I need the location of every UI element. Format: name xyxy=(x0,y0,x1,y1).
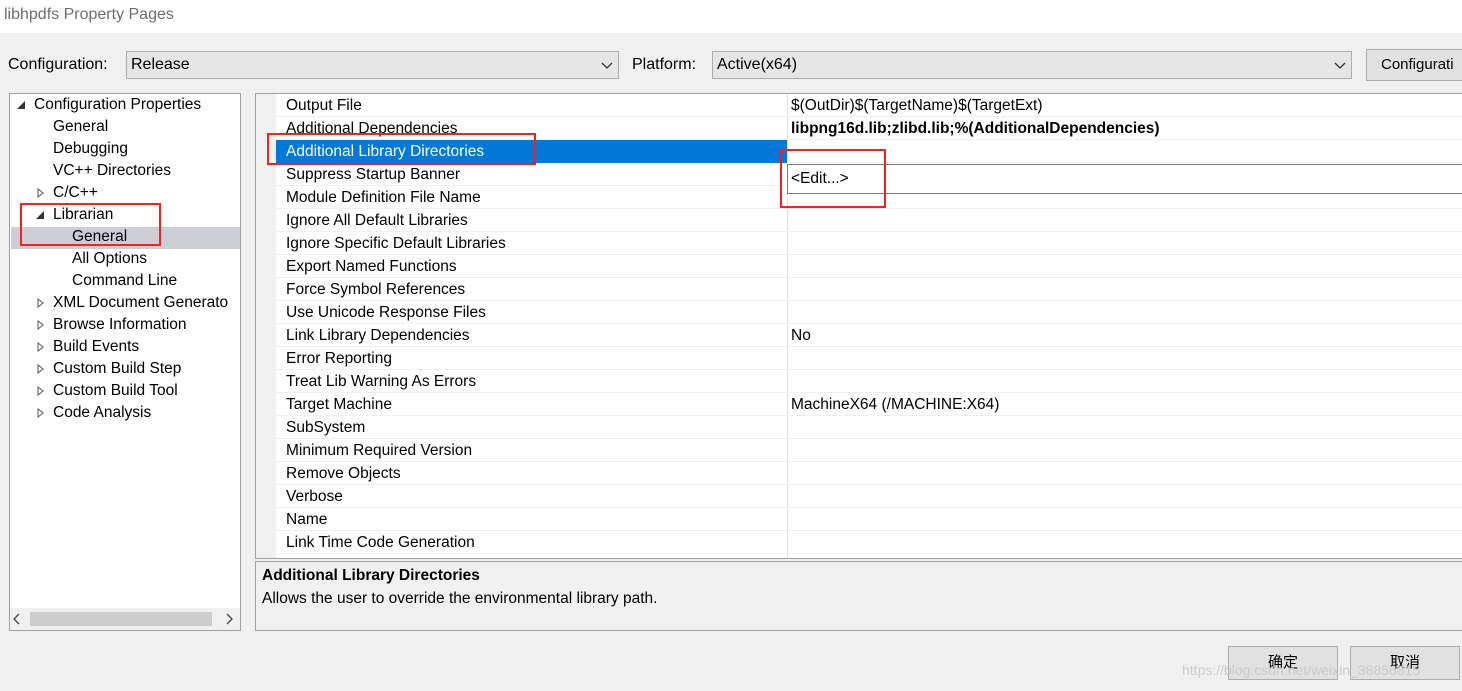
annotation-box-library-dirs xyxy=(267,133,536,165)
configuration-label: Configuration: xyxy=(8,56,108,73)
property-name: Module Definition File Name xyxy=(286,189,481,206)
annotation-box-edit xyxy=(780,149,886,208)
tree-item[interactable]: General xyxy=(53,116,108,138)
property-row[interactable]: Target Machine MachineX64 (/MACHINE:X64) xyxy=(276,393,1462,416)
property-row[interactable]: Treat Lib Warning As Errors xyxy=(276,370,1462,393)
configuration-select[interactable]: Release xyxy=(126,51,619,79)
property-row[interactable]: Link Time Code Generation xyxy=(276,531,1462,554)
property-name: Remove Objects xyxy=(286,465,401,482)
chevron-right-icon[interactable] xyxy=(224,613,234,625)
property-value[interactable]: MachineX64 (/MACHINE:X64) xyxy=(791,393,999,416)
property-row[interactable]: Export Named Functions xyxy=(276,255,1462,278)
property-name: Ignore Specific Default Libraries xyxy=(286,235,506,252)
description-title: Additional Library Directories xyxy=(262,567,480,584)
property-row[interactable]: Ignore Specific Default Libraries xyxy=(276,232,1462,255)
platform-select[interactable]: Active(x64) xyxy=(712,51,1352,79)
property-name: Treat Lib Warning As Errors xyxy=(286,373,477,390)
watermark-text: https://blog.csdn.net/weixin_38856815 xyxy=(1182,662,1421,678)
tree-item[interactable]: Custom Build Step xyxy=(53,358,181,380)
collapsed-triangle-icon[interactable] xyxy=(36,314,46,336)
tree-item[interactable]: Configuration Properties xyxy=(34,94,201,116)
property-row[interactable]: Error Reporting xyxy=(276,347,1462,370)
property-name: Minimum Required Version xyxy=(286,442,473,459)
property-name: Name xyxy=(286,511,328,528)
tree-item[interactable]: Browse Information xyxy=(53,314,187,336)
property-row[interactable]: Ignore All Default Libraries xyxy=(276,209,1462,232)
property-name: Export Named Functions xyxy=(286,258,457,275)
property-row[interactable]: Minimum Required Version xyxy=(276,439,1462,462)
collapsed-triangle-icon[interactable] xyxy=(36,336,46,358)
annotation-box-librarian xyxy=(20,203,161,246)
description-body: Allows the user to override the environm… xyxy=(262,590,658,607)
tree-item[interactable]: Code Analysis xyxy=(53,402,151,424)
property-row[interactable]: Remove Objects xyxy=(276,462,1462,485)
property-name: SubSystem xyxy=(286,419,366,436)
collapsed-triangle-icon[interactable] xyxy=(36,182,46,204)
property-value[interactable]: No xyxy=(791,324,811,347)
property-row[interactable]: Output File $(OutDir)$(TargetName)$(Targe… xyxy=(276,94,1462,117)
configuration-value: Release xyxy=(131,56,190,73)
property-row[interactable]: Link Library Dependencies No xyxy=(276,324,1462,347)
property-row[interactable]: Force Symbol References xyxy=(276,278,1462,301)
property-name: Link Library Dependencies xyxy=(286,327,470,344)
tree-item[interactable]: All Options xyxy=(72,248,147,270)
property-name: Use Unicode Response Files xyxy=(286,304,486,321)
property-name: Verbose xyxy=(286,488,343,505)
chevron-left-icon[interactable] xyxy=(12,613,22,625)
collapsed-triangle-icon[interactable] xyxy=(36,402,46,424)
property-row[interactable]: Verbose xyxy=(276,485,1462,508)
edit-dropdown-item[interactable]: <Edit...> xyxy=(787,164,1462,194)
property-value[interactable]: $(OutDir)$(TargetName)$(TargetExt) xyxy=(791,94,1043,117)
tree-horizontal-scrollbar[interactable] xyxy=(10,608,240,630)
property-name: Force Symbol References xyxy=(286,281,466,298)
configuration-manager-button[interactable]: Configurati xyxy=(1366,49,1462,81)
property-name: Error Reporting xyxy=(286,350,392,367)
platform-label: Platform: xyxy=(632,56,697,73)
expanded-triangle-icon[interactable] xyxy=(17,94,27,116)
chevron-down-icon xyxy=(1334,62,1346,69)
collapsed-triangle-icon[interactable] xyxy=(36,292,46,314)
collapsed-triangle-icon[interactable] xyxy=(36,380,46,402)
property-name: Target Machine xyxy=(286,396,392,413)
chevron-down-icon xyxy=(601,62,613,69)
tree-item[interactable]: Command Line xyxy=(72,270,177,292)
tree-item[interactable]: Custom Build Tool xyxy=(53,380,178,402)
property-row[interactable]: SubSystem xyxy=(276,416,1462,439)
title-bar: libhpdfs Property Pages xyxy=(0,0,1462,33)
tree-item[interactable]: C/C++ xyxy=(53,182,98,204)
property-row[interactable]: Use Unicode Response Files xyxy=(276,301,1462,324)
scrollbar-thumb[interactable] xyxy=(30,612,212,626)
property-row[interactable]: Name xyxy=(276,508,1462,531)
tree-item[interactable]: Debugging xyxy=(53,138,128,160)
property-value[interactable]: libpng16d.lib;zlibd.lib;%(AdditionalDepe… xyxy=(791,117,1160,140)
window-title: libhpdfs Property Pages xyxy=(4,6,174,23)
property-name: Link Time Code Generation xyxy=(286,534,475,551)
property-name: Ignore All Default Libraries xyxy=(286,212,468,229)
tree-item[interactable]: VC++ Directories xyxy=(53,160,171,182)
collapsed-triangle-icon[interactable] xyxy=(36,358,46,380)
property-tree: Configuration Properties General Debugging… xyxy=(9,93,241,631)
tree-item[interactable]: Build Events xyxy=(53,336,139,358)
property-name: Suppress Startup Banner xyxy=(286,166,461,183)
tree-item[interactable]: XML Document Generato xyxy=(53,292,228,314)
property-name: Output File xyxy=(286,97,362,114)
description-pane: Additional Library Directories Allows th… xyxy=(255,561,1462,631)
platform-value: Active(x64) xyxy=(717,56,798,73)
